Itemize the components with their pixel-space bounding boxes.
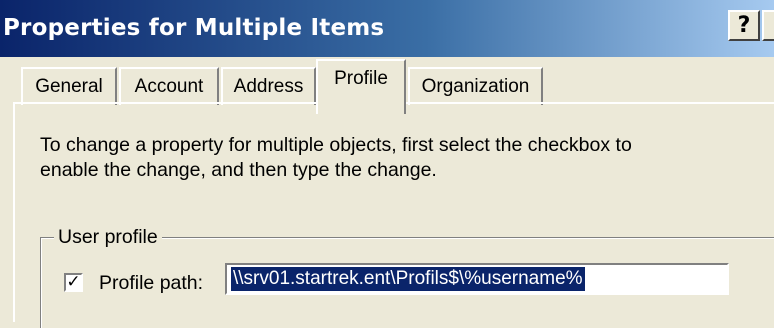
tab-account[interactable]: Account	[119, 67, 219, 105]
tab-address[interactable]: Address	[221, 67, 316, 105]
help-button[interactable]: ?	[728, 10, 760, 41]
close-button[interactable]: X	[762, 10, 774, 41]
window-title: Properties for Multiple Items	[3, 15, 385, 41]
profile-tab-panel	[13, 102, 774, 322]
tab-general[interactable]: General	[21, 67, 117, 105]
tab-profile[interactable]: Profile	[316, 59, 406, 114]
title-bar[interactable]: Properties for Multiple Items ? X	[0, 0, 774, 57]
tab-organization[interactable]: Organization	[408, 67, 543, 105]
